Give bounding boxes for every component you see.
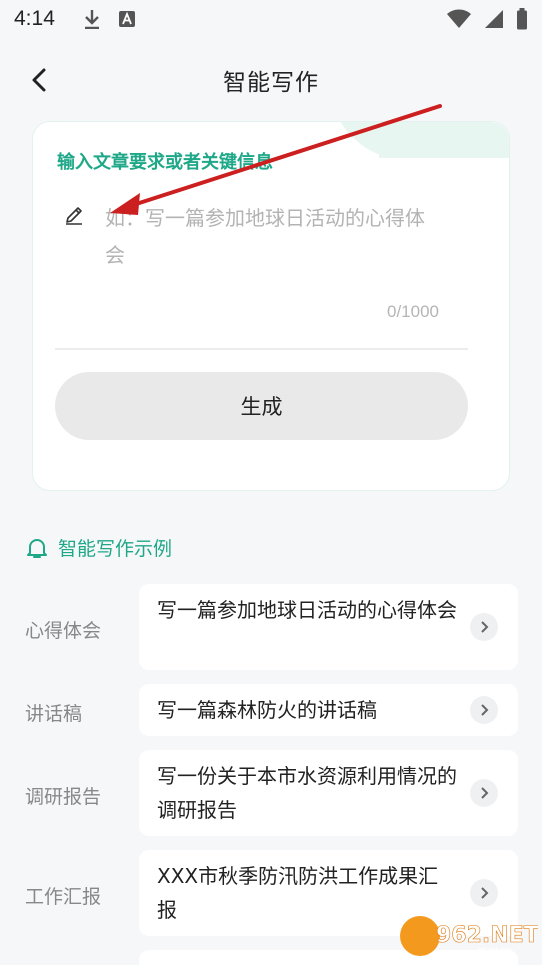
- chevron-right-icon: [470, 779, 498, 807]
- chevron-right-icon: [470, 613, 498, 641]
- example-text: 写一篇参加地球日活动的心得体会: [157, 598, 457, 622]
- input-card: 输入文章要求或者关键信息 0/1000 生成: [32, 121, 510, 491]
- watermark-logo: 962.NET 乐游网: [400, 916, 538, 961]
- signal-icon: [485, 10, 503, 28]
- back-arrow-icon[interactable]: [26, 66, 54, 94]
- example-category: 调研报告: [25, 786, 102, 808]
- example-text: 写一份关于本市水资源利用情况的调研报告: [157, 764, 457, 822]
- wifi-icon: [447, 9, 471, 28]
- status-bar: 4:14: [0, 0, 542, 38]
- example-card[interactable]: 写一份关于本市水资源利用情况的调研报告: [139, 750, 518, 836]
- examples-title: 智能写作示例: [58, 538, 173, 560]
- card-tab-decoration: [379, 122, 509, 158]
- examples-header: 智能写作示例: [24, 534, 172, 561]
- svg-text:962.NET: 962.NET: [436, 923, 538, 948]
- chevron-right-icon: [470, 696, 498, 724]
- input-heading: 输入文章要求或者关键信息: [57, 152, 273, 173]
- example-category: 讲话稿: [25, 703, 83, 725]
- example-card[interactable]: 写一篇森林防火的讲话稿: [139, 684, 518, 736]
- generate-button[interactable]: 生成: [55, 372, 468, 440]
- download-icon: [84, 10, 99, 29]
- header: 智能写作: [0, 50, 542, 110]
- text-a-icon: [118, 11, 135, 27]
- example-category: 心得体会: [25, 620, 102, 642]
- prompt-input[interactable]: [105, 200, 435, 290]
- example-text: 写一篇森林防火的讲话稿: [157, 698, 377, 722]
- chevron-right-icon: [470, 879, 498, 907]
- char-count: 0/1000: [387, 302, 439, 321]
- battery-icon: [517, 8, 527, 30]
- svg-text:乐游网: 乐游网: [476, 947, 512, 961]
- example-card[interactable]: 写一篇参加地球日活动的心得体会: [139, 584, 518, 670]
- status-time: 4:14: [14, 7, 55, 30]
- pencil-icon: [66, 207, 82, 225]
- bell-icon: [27, 538, 47, 558]
- divider: [55, 348, 468, 350]
- example-category: 工作汇报: [25, 886, 102, 908]
- page-title: 智能写作: [223, 70, 319, 96]
